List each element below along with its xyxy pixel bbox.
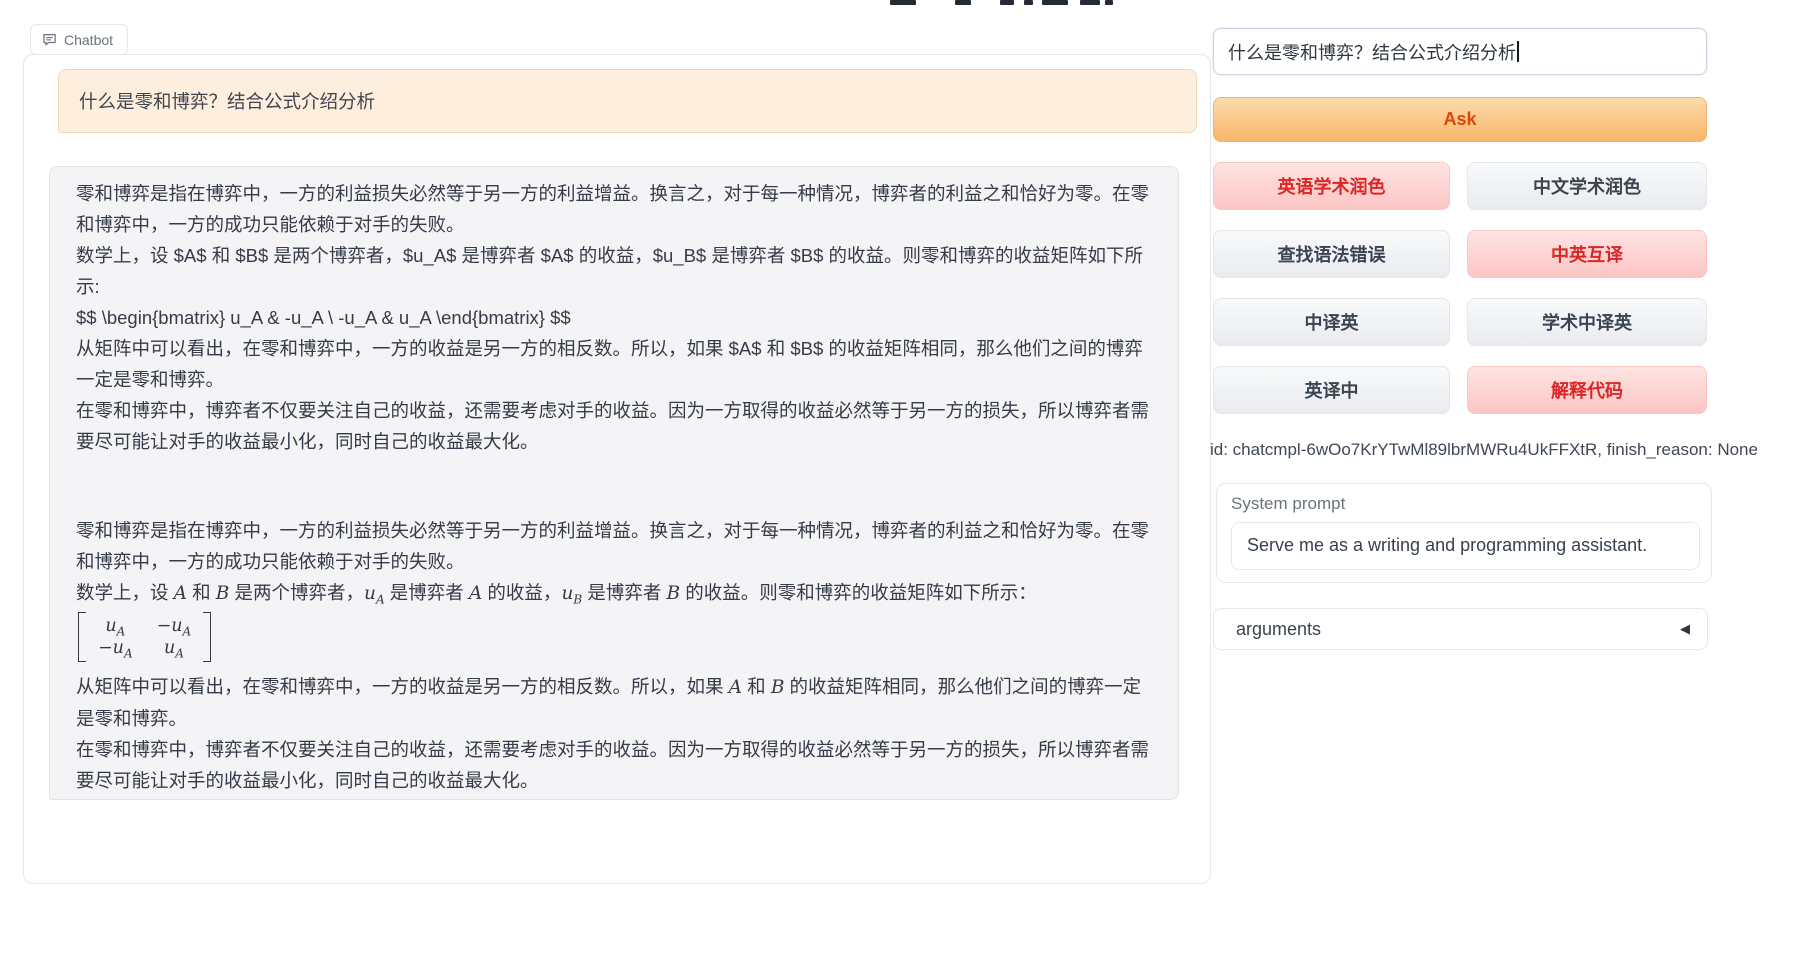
bot-rendered-paragraph-4: 在零和博弈中，博弈者不仅要关注自己的收益，还需要考虑对手的收益。因为一方取得的收… [76, 734, 1150, 796]
cropped-title-fragment [890, 0, 916, 5]
btn-zh-to-en[interactable]: 中译英 [1213, 298, 1450, 346]
matrix-cell: −uA [98, 637, 133, 659]
matrix-cell: uA [98, 615, 133, 637]
bot-raw-paragraph-4: 在零和博弈中，博弈者不仅要关注自己的收益，还需要考虑对手的收益。因为一方取得的收… [76, 395, 1150, 457]
bot-rendered-paragraph-1: 零和博弈是指在博弈中，一方的利益损失必然等于另一方的利益增益。换言之，对于每一种… [76, 515, 1150, 577]
text-cursor [1517, 41, 1519, 62]
accordion-collapsed-icon: ◀ [1680, 621, 1690, 637]
bot-raw-paragraph-1: 零和博弈是指在博弈中，一方的利益损失必然等于另一方的利益增益。换言之，对于每一种… [76, 178, 1150, 240]
btn-chinese-academic-polish[interactable]: 中文学术润色 [1467, 162, 1707, 210]
message-gap [76, 457, 1150, 515]
query-input[interactable]: 什么是零和博弈？结合公式介绍分析 [1213, 28, 1707, 75]
cropped-title-fragment [955, 0, 971, 5]
matrix-right-bracket [203, 612, 211, 662]
payoff-matrix: uA −uA −uA uA [78, 612, 211, 662]
ask-button[interactable]: Ask [1213, 97, 1707, 142]
chat-bubble-icon [42, 32, 57, 47]
bot-rendered-paragraph-3: 从矩阵中可以看出，在零和博弈中，一方的收益是另一方的相反数。所以，如果 A 和 … [76, 671, 1150, 734]
cropped-title-fragment [1080, 0, 1100, 5]
bot-raw-formula: $$ \begin{bmatrix} u_A & -u_A \ -u_A & u… [76, 302, 1150, 333]
btn-explain-code[interactable]: 解释代码 [1467, 366, 1707, 414]
cropped-title-fragment [1000, 0, 1014, 5]
arguments-accordion-label: arguments [1236, 619, 1321, 640]
cropped-title-fragment [1042, 0, 1068, 5]
bot-raw-paragraph-2: 数学上，设 $A$ 和 $B$ 是两个博弈者，$u_A$ 是博弈者 $A$ 的收… [76, 240, 1150, 302]
btn-en-to-zh[interactable]: 英译中 [1213, 366, 1450, 414]
btn-find-grammar-errors[interactable]: 查找语法错误 [1213, 230, 1450, 278]
user-message-text: 什么是零和博弈？结合公式介绍分析 [79, 88, 375, 114]
btn-academic-zh-to-en[interactable]: 学术中译英 [1467, 298, 1707, 346]
cropped-title-fragment [1105, 0, 1113, 5]
function-button-grid: 英语学术润色 中文学术润色 查找语法错误 中英互译 中译英 学术中译英 英译中 … [1213, 162, 1707, 414]
btn-english-academic-polish[interactable]: 英语学术润色 [1213, 162, 1450, 210]
arguments-accordion[interactable]: arguments ◀ [1213, 608, 1708, 650]
matrix-left-bracket [78, 612, 86, 662]
user-message-bubble: 什么是零和博弈？结合公式介绍分析 [58, 69, 1197, 133]
btn-zh-en-translate[interactable]: 中英互译 [1467, 230, 1707, 278]
bot-rendered-paragraph-2: 数学上，设 A 和 B 是两个博弈者，uA 是博弈者 A 的收益，uB 是博弈者… [76, 577, 1150, 609]
bot-raw-paragraph-3: 从矩阵中可以看出，在零和博弈中，一方的收益是另一方的相反数。所以，如果 $A$ … [76, 333, 1150, 395]
matrix-cell: −uA [157, 615, 192, 637]
system-prompt-input[interactable]: Serve me as a writing and programming as… [1231, 522, 1700, 570]
query-input-value: 什么是零和博弈？结合公式介绍分析 [1228, 39, 1516, 65]
bot-message-bubble: 零和博弈是指在博弈中，一方的利益损失必然等于另一方的利益增益。换言之，对于每一种… [49, 166, 1179, 800]
completion-status: id: chatcmpl-6wOo7KrYTwMl89lbrMWRu4UkFFX… [1210, 440, 1730, 460]
chatbot-label: Chatbot [30, 24, 128, 55]
cropped-title-fragment [1024, 0, 1033, 5]
chatbot-label-text: Chatbot [64, 32, 113, 48]
matrix-cell: uA [157, 637, 192, 659]
chatbot-panel: Chatbot 什么是零和博弈？结合公式介绍分析 零和博弈是指在博弈中，一方的利… [23, 54, 1211, 884]
system-prompt-card: System prompt Serve me as a writing and … [1216, 483, 1712, 583]
system-prompt-label: System prompt [1231, 494, 1697, 514]
